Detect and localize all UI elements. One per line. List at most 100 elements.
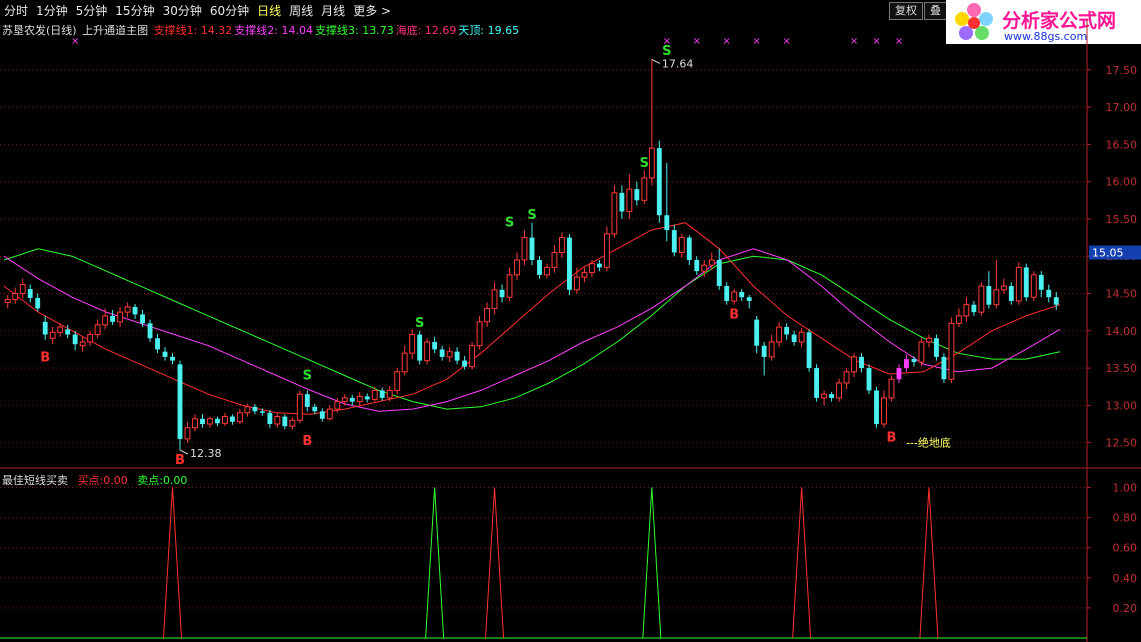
candle-body-120 — [904, 359, 909, 369]
candle-body-91 — [686, 237, 692, 260]
candle-body-100 — [754, 319, 760, 346]
sub-y-tick-label-4: 0.20 — [1113, 602, 1138, 615]
candle-body-36 — [274, 416, 281, 425]
candle-body-54 — [409, 334, 416, 354]
candle-body-67 — [506, 274, 513, 298]
candle-body-139 — [1046, 289, 1052, 298]
candle-body-125 — [941, 356, 947, 380]
candle-body-22 — [170, 356, 175, 361]
candle-body-43 — [326, 408, 333, 420]
candle-body-132 — [993, 289, 1000, 306]
sell-marker-1: S — [415, 316, 424, 331]
cross-marker-7: × — [872, 36, 880, 47]
candle-body-15 — [117, 311, 124, 323]
cross-marker-6: × — [850, 36, 858, 47]
candle-body-31 — [236, 412, 243, 423]
candle-body-96 — [724, 286, 730, 301]
cross-marker-4: × — [752, 36, 760, 47]
cross-marker-3: × — [723, 36, 731, 47]
candle-body-21 — [162, 351, 168, 357]
candle-body-33 — [252, 406, 258, 412]
candle-body-65 — [491, 289, 498, 309]
candle-body-140 — [1053, 297, 1059, 305]
candle-body-61 — [462, 360, 468, 367]
candle-body-94 — [708, 259, 715, 266]
candle-body-87 — [656, 148, 662, 216]
sell-marker-0: S — [303, 368, 312, 383]
low-annotation: 12.38 — [190, 447, 222, 460]
candle-body-130 — [978, 285, 985, 313]
candle-body-113 — [851, 356, 857, 373]
candle-body-30 — [229, 416, 235, 422]
candle-body-98 — [739, 292, 745, 298]
cross-marker-5: × — [782, 36, 790, 47]
candle-body-128 — [963, 304, 970, 317]
high-annotation: 17.64 — [662, 57, 694, 70]
signal-peak-0-1 — [485, 487, 505, 639]
candle-body-136 — [1023, 267, 1029, 298]
candle-body-129 — [971, 304, 977, 313]
candle-body-7 — [57, 326, 64, 333]
candle-body-51 — [386, 389, 393, 399]
candle-body-86 — [648, 147, 655, 179]
signal-peak-0-2 — [792, 487, 812, 639]
candle-body-75 — [567, 237, 572, 290]
candle-body-25 — [192, 418, 198, 429]
candle-body-26 — [200, 418, 205, 424]
candle-body-77 — [581, 272, 588, 278]
candle-body-82 — [619, 192, 625, 212]
candle-body-137 — [1030, 274, 1037, 298]
candle-body-118 — [888, 378, 895, 399]
candle-body-79 — [596, 263, 602, 268]
y-tick-label-8: 13.50 — [1106, 362, 1138, 375]
candle-body-89 — [671, 230, 677, 253]
cross-marker-8: × — [895, 36, 903, 47]
candle-body-9 — [72, 334, 78, 345]
candle-body-48 — [364, 396, 370, 400]
candle-body-14 — [110, 315, 116, 322]
sell-marker-4: S — [640, 156, 649, 171]
candle-body-121 — [911, 359, 917, 363]
candle-body-12 — [94, 324, 101, 336]
bottom-label: ---绝地底 — [906, 436, 951, 450]
candle-body-72 — [544, 266, 550, 276]
candle-body-45 — [341, 397, 348, 403]
sub-y-tick-label-0: 1.00 — [1113, 482, 1138, 495]
sub-y-tick-label-1: 0.80 — [1113, 512, 1138, 525]
candle-body-102 — [768, 341, 775, 358]
candle-body-111 — [836, 382, 842, 399]
sell-marker-5: S — [662, 44, 671, 59]
candle-body-95 — [716, 259, 722, 287]
candle-body-20 — [155, 338, 160, 350]
candle-body-103 — [776, 326, 783, 343]
candle-body-52 — [394, 371, 401, 391]
candle-body-53 — [401, 352, 408, 373]
candle-body-2 — [19, 284, 26, 295]
candle-body-1 — [12, 293, 19, 300]
candle-body-99 — [746, 297, 752, 301]
candle-body-104 — [784, 327, 790, 335]
candle-body-69 — [521, 237, 528, 261]
candle-body-63 — [476, 321, 483, 347]
candle-body-13 — [102, 315, 109, 326]
candle-body-74 — [559, 237, 565, 254]
candle-body-42 — [319, 411, 325, 419]
candle-body-110 — [829, 394, 835, 398]
signal-peak-0-3 — [919, 487, 939, 639]
candle-body-101 — [761, 345, 767, 357]
current-price-label: 15.05 — [1092, 247, 1124, 260]
candle-body-78 — [588, 263, 595, 274]
sub-y-tick-label-2: 0.60 — [1113, 542, 1138, 555]
candle-body-90 — [678, 237, 685, 254]
signal-peak-1-0 — [425, 487, 445, 639]
candle-body-0 — [4, 298, 11, 303]
candle-body-5 — [42, 321, 48, 335]
candle-body-40 — [304, 394, 310, 407]
candle-body-23 — [177, 364, 183, 439]
candle-body-117 — [881, 397, 887, 425]
ma-mid-line — [3, 248, 1061, 412]
candle-body-85 — [641, 177, 648, 201]
kline-chart: 17.5017.0016.5016.0015.5015.0014.5014.00… — [0, 20, 1141, 642]
candle-body-11 — [87, 334, 94, 343]
candle-body-17 — [132, 306, 138, 315]
